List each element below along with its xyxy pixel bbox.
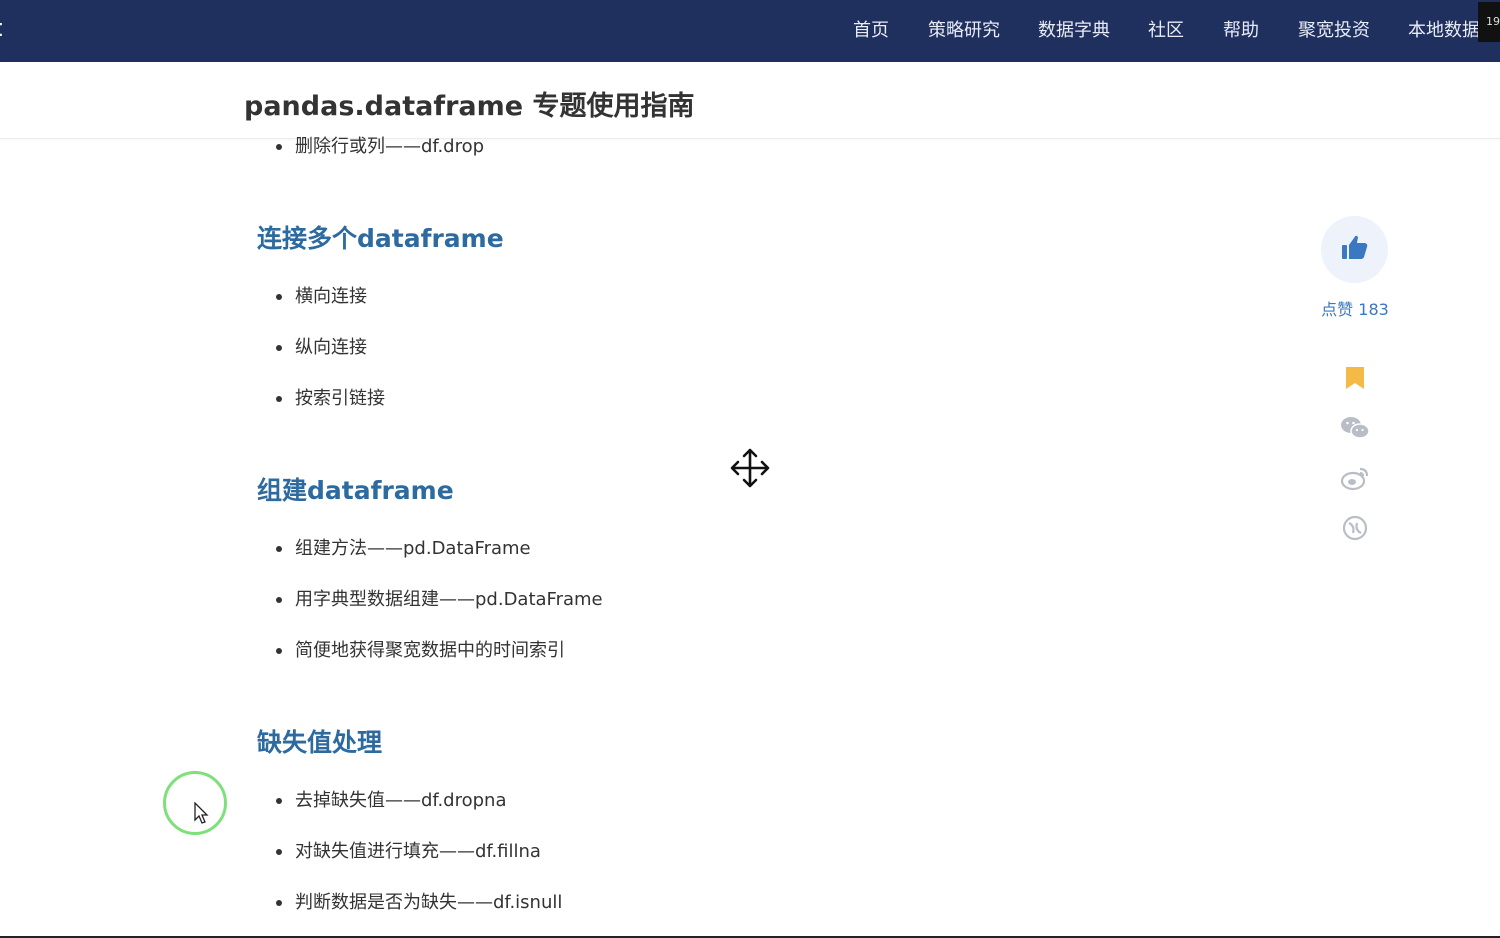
bullet-dot	[276, 294, 282, 300]
nav-item-local-data[interactable]: 本地数据	[1408, 19, 1480, 43]
nav-item-community[interactable]: 社区	[1148, 19, 1184, 43]
corner-badge: 19	[1478, 2, 1500, 42]
bullet-dot	[276, 900, 282, 906]
like-count: 点赞 183	[1321, 300, 1389, 319]
nav-item-joinquant-invest[interactable]: 聚宽投资	[1298, 19, 1370, 43]
weibo-icon[interactable]	[1340, 465, 1370, 491]
bullet-dot	[276, 798, 282, 804]
bullet-dot	[276, 849, 282, 855]
mouse-pointer-icon	[194, 802, 209, 824]
menu-dots-icon[interactable]: ⁚	[0, 20, 4, 42]
bullet-dot	[276, 345, 282, 351]
wechat-icon[interactable]	[1340, 414, 1370, 442]
bookmark-icon[interactable]	[1344, 365, 1366, 391]
section-heading: 连接多个dataframe	[257, 224, 504, 253]
nav-item-strategy[interactable]: 策略研究	[928, 19, 1000, 43]
bullet-dot	[276, 648, 282, 654]
section-heading: 缺失值处理	[257, 728, 383, 757]
article-header: pandas.dataframe 专题使用指南	[0, 62, 1500, 139]
move-cursor-icon	[730, 448, 770, 488]
like-button[interactable]	[1321, 216, 1388, 283]
bullet-dot	[276, 396, 282, 402]
bullet-dot	[276, 546, 282, 552]
section-heading: 组建dataframe	[257, 476, 454, 505]
nav-item-help[interactable]: 帮助	[1223, 19, 1259, 43]
share-icon[interactable]	[1341, 514, 1369, 542]
top-nav: ⁚ 首页 策略研究 数据字典 社区 帮助 聚宽投资 本地数据 19	[0, 0, 1500, 62]
bullet-dot	[276, 144, 282, 150]
nav-item-data-dictionary[interactable]: 数据字典	[1038, 19, 1110, 43]
bullet-dot	[276, 597, 282, 603]
nav-item-home[interactable]: 首页	[853, 19, 889, 43]
page-title: pandas.dataframe 专题使用指南	[244, 91, 695, 122]
thumbs-up-icon	[1342, 235, 1368, 259]
